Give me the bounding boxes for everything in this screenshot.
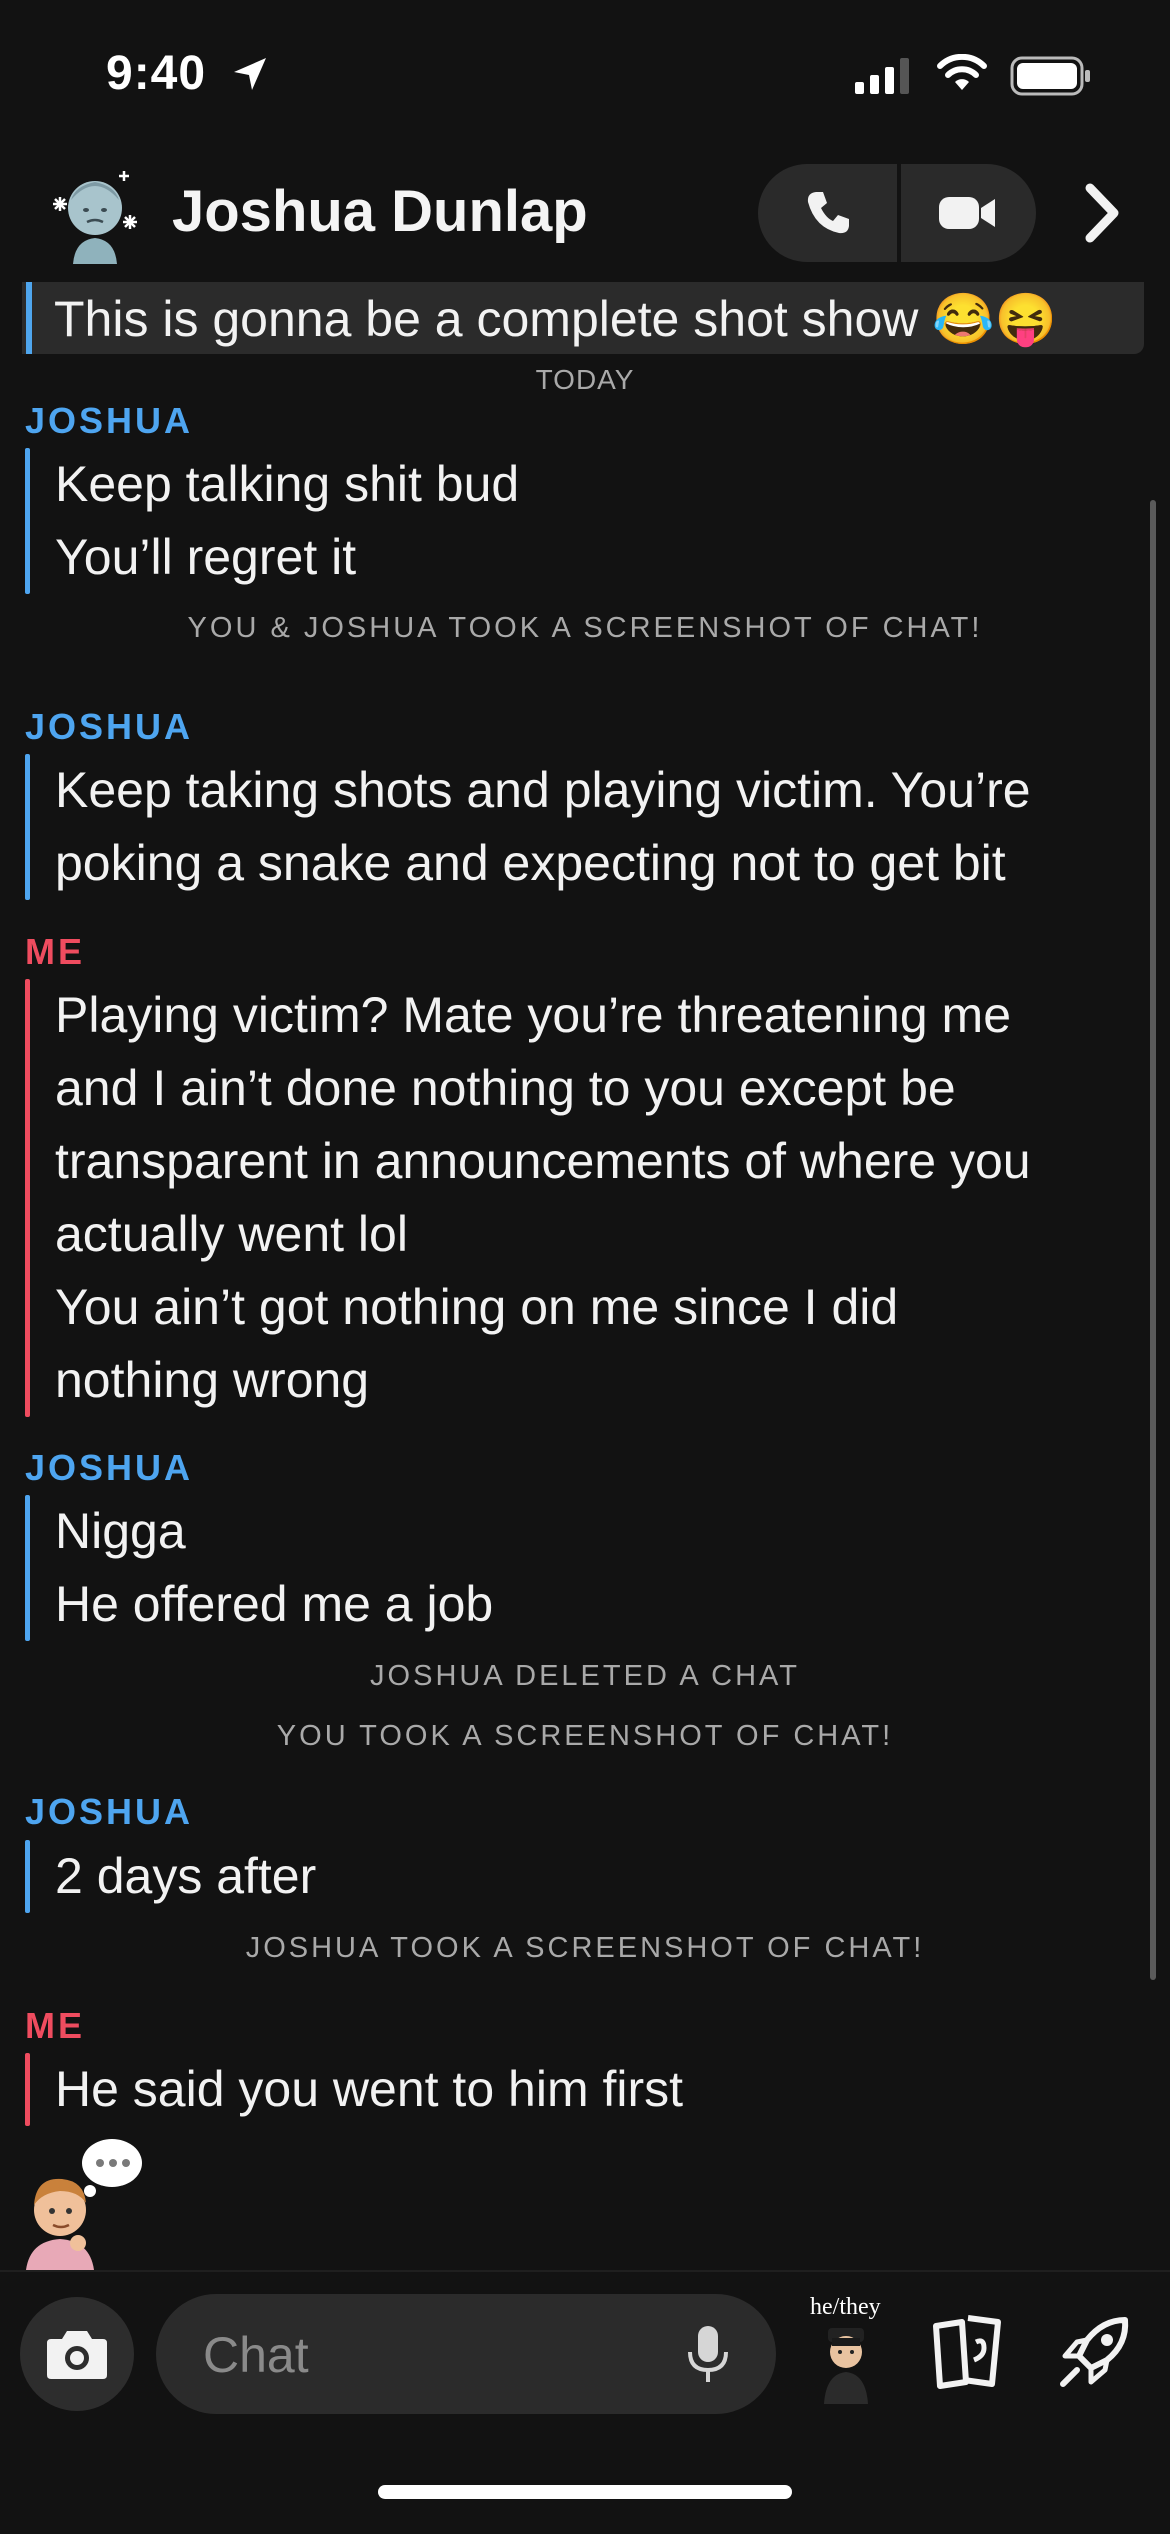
deleted-chat-notice: JOSHUA DELETED A CHAT — [370, 1660, 800, 1692]
message-line: Nigga — [55, 1503, 186, 1559]
message-block[interactable]: Nigga He offered me a job — [25, 1495, 493, 1641]
my-bitmoji-button[interactable]: he/they — [798, 2294, 894, 2404]
signal-icon — [855, 58, 909, 94]
sender-label: JOSHUA — [25, 1447, 194, 1488]
scrollbar[interactable] — [1150, 500, 1156, 1980]
screenshot-notice: JOSHUA TOOK A SCREENSHOT OF CHAT! — [245, 1932, 925, 1964]
sender-label: ME — [25, 2005, 85, 2046]
typing-bitmoji — [26, 2139, 142, 2270]
screenshot-notice: YOU TOOK A SCREENSHOT OF CHAT! — [276, 1720, 894, 1752]
message-line: You’ll regret it — [55, 529, 357, 585]
message-block[interactable]: He said you went to him first — [25, 2053, 683, 2126]
message-line: 2 days after — [55, 1848, 317, 1904]
date-separator: TODAY — [535, 364, 635, 395]
bitmoji-avatar — [824, 2328, 868, 2404]
phone-icon — [807, 192, 849, 234]
message-line: He said you went to him first — [55, 2061, 684, 2117]
home-indicator[interactable] — [378, 2485, 792, 2499]
video-icon — [938, 197, 995, 229]
sender-color-bar — [26, 282, 32, 354]
message-line: Keep talking shit bud — [55, 456, 520, 512]
message-block[interactable]: Playing victim? Mate you’re threatening … — [25, 979, 1031, 1417]
message-line: You ain’t got nothing on me since I did — [55, 1279, 899, 1335]
message-line: He offered me a job — [55, 1576, 494, 1632]
video-call-button[interactable] — [897, 164, 1036, 262]
message-line: Playing victim? Mate you’re threatening … — [55, 987, 1012, 1043]
typing-bubble-icon — [82, 2139, 142, 2197]
sender-label: JOSHUA — [25, 1791, 194, 1832]
voice-call-button[interactable] — [758, 164, 897, 262]
sender-label: JOSHUA — [25, 706, 194, 747]
camera-button[interactable] — [20, 2297, 134, 2411]
status-bar: 9:40 — [0, 0, 1170, 150]
camera-icon — [47, 2331, 107, 2379]
status-time: 9:40 — [106, 47, 207, 100]
sender-label: ME — [25, 931, 85, 972]
call-button-group — [758, 164, 1036, 262]
message-line: transparent in announcements of where yo… — [55, 1133, 1031, 1189]
contact-bitmoji-avatar[interactable] — [45, 164, 145, 264]
rocket-icon[interactable] — [1055, 2312, 1135, 2392]
chat-input-container[interactable] — [156, 2294, 776, 2414]
message-block[interactable]: 2 days after — [25, 1840, 316, 1913]
contact-name[interactable]: Joshua Dunlap — [172, 178, 588, 245]
message-line: poking a snake and expecting not to get … — [55, 835, 1006, 891]
chat-header: Joshua Dunlap — [0, 150, 1170, 280]
message-line: nothing wrong — [55, 1352, 370, 1408]
saved-message[interactable]: This is gonna be a complete shot show 😂😝 — [22, 282, 1144, 354]
cards-icon[interactable] — [928, 2312, 1008, 2392]
message-block[interactable]: Keep talking shit bud You’ll regret it — [25, 448, 519, 594]
message-line: actually went lol — [55, 1206, 408, 1262]
chat-input[interactable] — [201, 2324, 665, 2386]
message-text: This is gonna be a complete shot show 😂😝 — [54, 291, 1057, 347]
pronoun-tag: he/they — [810, 2294, 881, 2320]
microphone-icon[interactable] — [686, 2324, 730, 2386]
screenshot-notice: YOU & JOSHUA TOOK A SCREENSHOT OF CHAT! — [187, 612, 983, 644]
wifi-icon — [937, 54, 987, 90]
location-arrow-icon — [234, 58, 266, 90]
sender-label: JOSHUA — [25, 400, 194, 441]
message-line: and I ain’t done nothing to you except b… — [55, 1060, 956, 1116]
chevron-right-icon[interactable] — [1080, 178, 1126, 248]
message-block[interactable]: Keep taking shots and playing victim. Yo… — [25, 754, 1031, 900]
battery-icon — [1010, 56, 1090, 96]
message-line: Keep taking shots and playing victim. Yo… — [55, 762, 1031, 818]
